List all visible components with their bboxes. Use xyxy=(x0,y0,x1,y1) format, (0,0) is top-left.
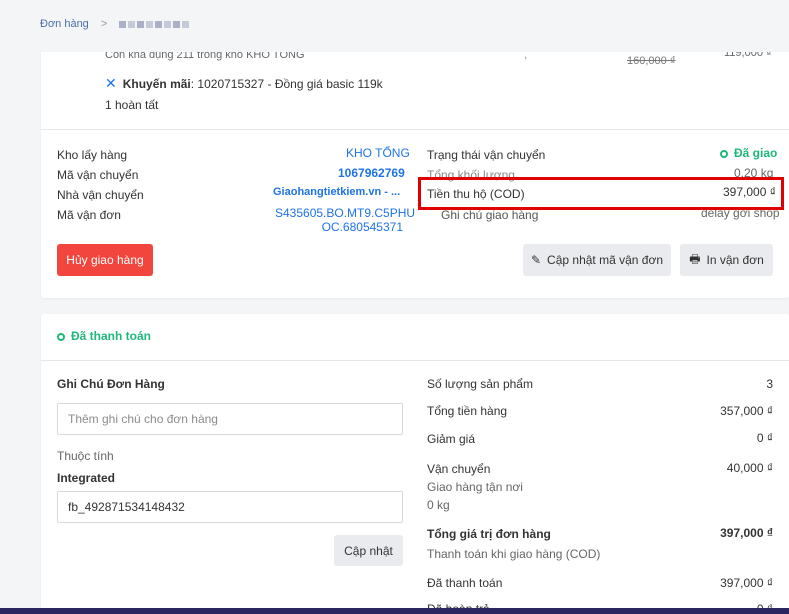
top-bar: Đơn hàng > xyxy=(0,0,789,52)
fulfillment-status: 1 hoàn tất xyxy=(105,98,159,112)
qty-label: Số lượng sản phẩm xyxy=(427,377,533,391)
delivery-note-label: Ghi chú giao hàng xyxy=(441,208,539,222)
shipping-status-label: Trạng thái vận chuyển xyxy=(427,148,546,162)
status-dot-icon xyxy=(57,332,65,341)
payment-status-badge: Đã thanh toán xyxy=(57,329,151,343)
warehouse-value[interactable]: KHO TỔNG xyxy=(346,146,410,160)
update-waybill-button[interactable]: ✎ Cập nhật mã vận đơn xyxy=(523,244,671,276)
payment-card: Đã thanh toán Ghi Chú Đơn Hàng Thêm ghi … xyxy=(41,314,789,614)
update-button[interactable]: Cập nhật xyxy=(334,535,403,566)
discount-label: Giảm giá xyxy=(427,432,476,446)
carrier-value[interactable]: Giaohangtietkiem.vn - ... xyxy=(273,186,400,198)
bottom-bar xyxy=(0,608,789,614)
shipping-weight: 0 kg xyxy=(427,498,450,512)
order-note-title: Ghi Chú Đơn Hàng xyxy=(57,377,165,391)
total-label: Tổng giá trị đơn hàng xyxy=(427,527,551,541)
paid-value: 397,000 ₫ xyxy=(720,576,773,590)
discount-value: 0 ₫ xyxy=(756,431,773,445)
shipping-status-badge: Đã giao xyxy=(720,146,777,160)
cancel-shipping-button[interactable]: Hủy giao hàng xyxy=(57,244,153,276)
shipping-card: Còn khả dụng 211 trong kho KHO TỔNG , 16… xyxy=(41,30,789,298)
ship-code-value[interactable]: 1067962769 xyxy=(338,166,405,180)
order-note-input[interactable]: Thêm ghi chú cho đơn hàng xyxy=(57,403,403,435)
warehouse-label: Kho lấy hàng xyxy=(57,148,128,162)
waybill-label: Mã vận đơn xyxy=(57,208,121,222)
breadcrumb: Đơn hàng > xyxy=(40,18,190,30)
printer-icon: 🖶 xyxy=(689,251,701,266)
promotion-row: ✕ Khuyến mãi: 1020715327 - Đồng giá basic… xyxy=(105,75,383,91)
qty-value: 3 xyxy=(766,377,773,391)
attributes-label: Thuộc tính xyxy=(57,449,114,463)
shipping-fee-value: 40,000 ₫ xyxy=(726,461,773,475)
subtotal-label: Tổng tiền hàng xyxy=(427,404,508,418)
cod-highlight-box xyxy=(418,177,784,210)
close-icon[interactable]: ✕ xyxy=(105,75,117,91)
waybill-value[interactable]: S435605.BO.MT9.C5PHU OC.680545371 xyxy=(275,206,415,234)
attribute-value-input[interactable]: fb_492871534148432 xyxy=(57,491,403,523)
paid-label: Đã thanh toán xyxy=(427,576,503,590)
ship-code-label: Mã vận chuyển xyxy=(57,168,139,182)
shipping-fee-label: Vận chuyển xyxy=(427,462,491,476)
shipping-method: Giao hàng tận nơi xyxy=(427,480,523,494)
attribute-name: Integrated xyxy=(57,471,116,485)
breadcrumb-orders[interactable]: Đơn hàng xyxy=(40,18,89,30)
total-value: 397,000 ₫ xyxy=(720,526,773,540)
subtotal-value: 357,000 ₫ xyxy=(720,404,773,418)
breadcrumb-order-id-redacted xyxy=(119,20,190,28)
carrier-label: Nhà vận chuyển xyxy=(57,188,144,202)
payment-method: Thanh toán khi giao hàng (COD) xyxy=(427,547,601,561)
status-dot-icon xyxy=(720,149,728,158)
chevron-right-icon: > xyxy=(100,18,108,30)
pencil-icon: ✎ xyxy=(530,253,542,267)
old-price: 160,000 ₫ xyxy=(627,55,676,67)
print-waybill-button[interactable]: 🖶 In vận đơn xyxy=(680,244,773,276)
